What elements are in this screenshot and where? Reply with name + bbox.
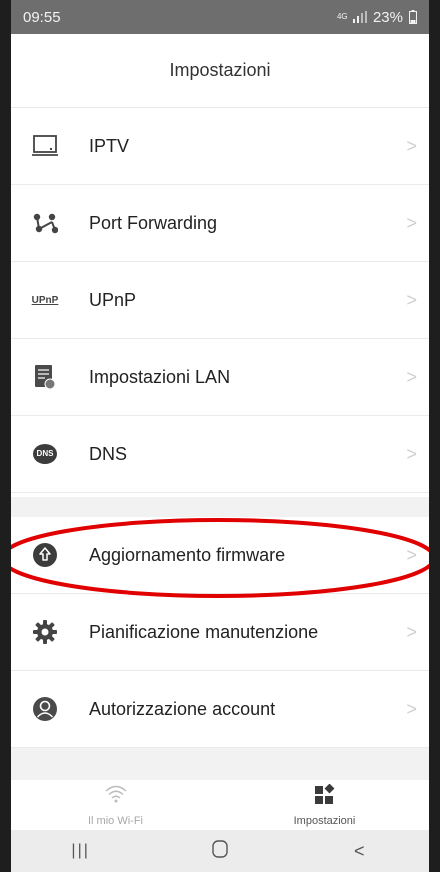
home-button[interactable] — [190, 830, 250, 872]
chevron-right-icon: > — [406, 621, 417, 642]
menu-item-label: Pianificazione manutenzione — [89, 621, 319, 642]
chevron-right-icon: > — [406, 698, 417, 719]
menu-item-port-forwarding[interactable]: Port Forwarding > — [11, 185, 429, 262]
menu-item-label: Aggiornamento firmware — [89, 544, 286, 565]
battery-icon — [409, 10, 417, 24]
menu-item-label: Autorizzazione account — [89, 698, 276, 719]
tab-settings[interactable]: Impostazioni — [220, 780, 429, 830]
menu-item-lan-settings[interactable]: Impostazioni LAN > — [11, 339, 429, 416]
chevron-right-icon: > — [406, 135, 417, 156]
tv-icon — [31, 132, 59, 160]
page-header: Impostazioni — [11, 34, 429, 108]
tab-label: Impostazioni — [293, 815, 356, 827]
menu-item-upnp[interactable]: UPnP UPnP > — [11, 262, 429, 339]
section-divider — [11, 748, 429, 780]
battery-percent: 23% — [372, 8, 403, 26]
chevron-right-icon: > — [406, 212, 417, 233]
bottom-tab-bar: Il mio Wi-Fi Impostazioni — [11, 780, 429, 830]
menu-item-label: Impostazioni LAN — [89, 366, 231, 387]
gear-icon — [31, 618, 59, 646]
port-forwarding-icon — [31, 209, 59, 237]
firmware-upgrade-icon — [31, 541, 59, 569]
status-indicators: 4G 23% — [337, 9, 417, 26]
chevron-right-icon: > — [406, 366, 417, 387]
menu-item-maintenance-schedule[interactable]: Pianificazione manutenzione > — [11, 594, 429, 671]
menu-item-label: DNS — [89, 443, 128, 464]
upnp-icon-text: UPnP — [31, 294, 59, 306]
account-icon — [31, 695, 59, 723]
back-button[interactable]: < — [329, 830, 389, 872]
dns-icon: DNS — [31, 440, 59, 468]
section-divider — [11, 497, 429, 517]
settings-list-system: Aggiornamento firmware > Pianificazione … — [11, 517, 429, 748]
upnp-icon: UPnP — [31, 286, 59, 314]
tab-label: Il mio Wi-Fi — [88, 815, 143, 827]
menu-item-iptv[interactable]: IPTV > — [11, 108, 429, 185]
lan-settings-icon — [31, 363, 59, 391]
menu-item-label: UPnP — [89, 289, 137, 310]
network-type-icon: 4G — [336, 12, 348, 21]
status-time: 09:55 — [23, 8, 61, 26]
home-icon — [212, 839, 228, 863]
menu-item-label: Port Forwarding — [89, 212, 218, 233]
menu-item-label: IPTV — [89, 135, 130, 156]
settings-grid-icon — [314, 783, 335, 809]
phone-screen: 09:55 4G 23% Impostazioni IPTV > Port Fo… — [11, 0, 429, 872]
menu-item-account-authorization[interactable]: Autorizzazione account > — [11, 671, 429, 748]
chevron-right-icon: > — [406, 544, 417, 565]
dns-icon-badge: DNS — [33, 444, 57, 464]
chevron-right-icon: > — [406, 443, 417, 464]
wifi-icon — [105, 784, 127, 809]
status-bar: 09:55 4G 23% — [11, 0, 429, 34]
chevron-right-icon: > — [406, 289, 417, 310]
signal-icon — [352, 11, 367, 23]
back-icon: < — [354, 840, 365, 861]
menu-item-firmware-upgrade[interactable]: Aggiornamento firmware > — [11, 517, 429, 594]
android-nav-bar: ||| < — [11, 830, 429, 872]
page-title: Impostazioni — [169, 60, 271, 80]
settings-list-network: IPTV > Port Forwarding > UPnP UPnP > Imp… — [11, 108, 429, 493]
recents-icon: ||| — [71, 842, 90, 859]
dns-icon-text: DNS — [36, 449, 54, 458]
menu-item-dns[interactable]: DNS DNS > — [11, 416, 429, 493]
recents-button[interactable]: ||| — [51, 830, 111, 872]
tab-my-wifi[interactable]: Il mio Wi-Fi — [11, 780, 220, 830]
